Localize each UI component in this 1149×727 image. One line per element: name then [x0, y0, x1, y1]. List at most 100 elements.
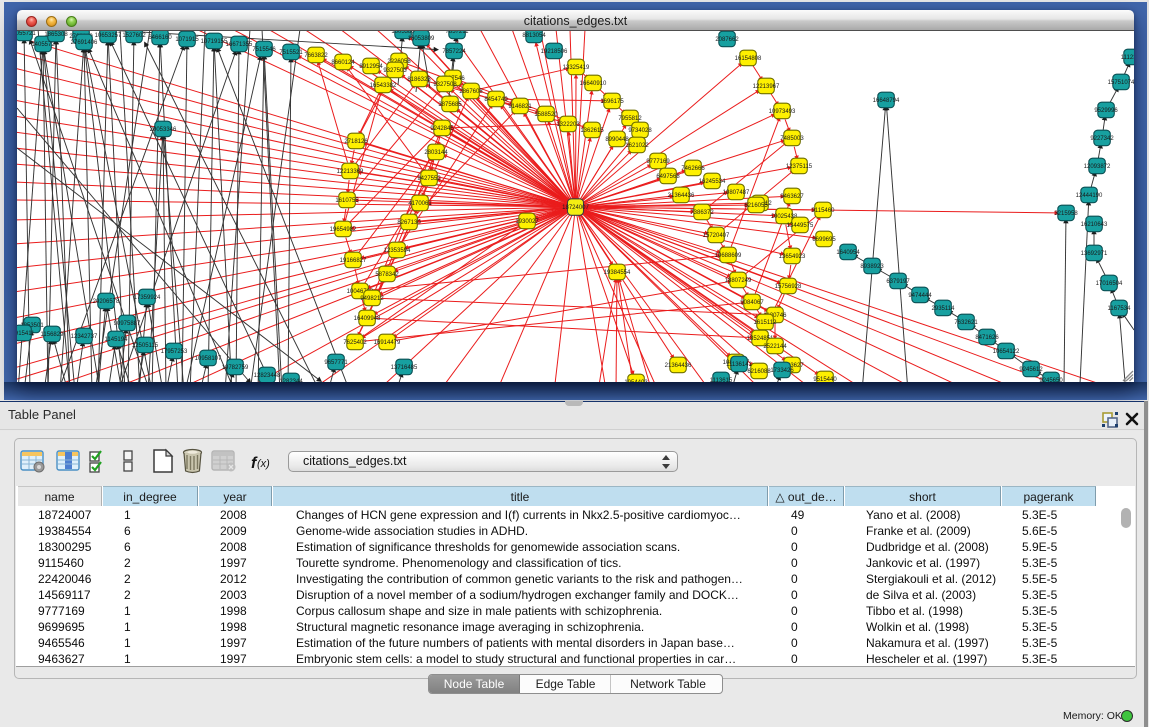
svg-text:9245650: 9245650 [1039, 378, 1063, 382]
svg-text:9115460: 9115460 [812, 208, 836, 214]
svg-text:4170061: 4170061 [408, 201, 432, 207]
svg-text:9734028: 9734028 [628, 128, 652, 134]
svg-text:8267130: 8267130 [397, 220, 421, 226]
svg-text:12213967: 12213967 [753, 84, 780, 90]
svg-text:13449575: 13449575 [787, 223, 814, 229]
svg-text:2867608: 2867608 [459, 89, 483, 95]
svg-text:9242845: 9242845 [430, 126, 454, 132]
svg-text:7857224: 7857224 [442, 49, 466, 55]
svg-text:9463627: 9463627 [780, 194, 804, 200]
svg-text:17359924: 17359924 [134, 295, 161, 301]
svg-text:20206578: 20206578 [93, 299, 120, 305]
svg-text:1282344: 1282344 [279, 379, 303, 382]
svg-text:12444190: 12444190 [1076, 193, 1103, 199]
svg-text:15720407: 15720407 [703, 233, 730, 239]
svg-text:10688609: 10688609 [715, 253, 742, 259]
svg-text:1615112: 1615112 [754, 320, 778, 326]
svg-text:8912954: 8912954 [359, 64, 383, 70]
svg-text:8938923: 8938923 [860, 264, 884, 270]
svg-text:2803144: 2803144 [424, 150, 448, 156]
svg-text:15756928: 15756928 [775, 284, 802, 290]
svg-text:2718126: 2718126 [344, 139, 368, 145]
svg-text:3215958: 3215958 [1054, 211, 1078, 217]
svg-text:7485003: 7485003 [780, 136, 804, 142]
svg-text:11136141: 11136141 [726, 362, 752, 368]
svg-text:9474444: 9474444 [908, 293, 932, 299]
svg-text:7515546: 7515546 [252, 47, 276, 53]
svg-text:8660124: 8660124 [331, 60, 355, 66]
svg-text:7625402: 7625402 [343, 340, 367, 346]
svg-text:5878342: 5878342 [375, 272, 399, 278]
svg-text:3875685: 3875685 [438, 102, 462, 108]
svg-text:19384554: 19384554 [604, 270, 631, 276]
svg-text:10807487: 10807487 [723, 190, 750, 196]
svg-text:7857211: 7857211 [446, 31, 470, 35]
svg-text:12823448: 12823448 [254, 373, 281, 379]
svg-text:16640910: 16640910 [580, 81, 607, 87]
svg-text:1930027: 1930027 [515, 219, 539, 225]
svg-text:20053346: 20053346 [150, 127, 177, 133]
svg-text:16053809: 16053809 [408, 36, 435, 42]
svg-text:1113615: 1113615 [710, 378, 733, 382]
svg-text:13654923: 13654923 [779, 254, 806, 260]
svg-text:10782759: 10782759 [222, 365, 249, 371]
svg-text:1405572: 1405572 [31, 42, 55, 48]
svg-text:16914479: 16914479 [374, 340, 401, 346]
svg-text:10719155: 10719155 [201, 39, 228, 45]
svg-text:1621022: 1621022 [625, 143, 649, 149]
svg-text:13325419: 13325419 [563, 65, 590, 71]
svg-text:16648794: 16648794 [873, 98, 900, 104]
svg-text:19218506: 19218506 [541, 49, 568, 55]
svg-text:1954403: 1954403 [624, 380, 648, 382]
svg-text:9529996: 9529996 [1094, 108, 1118, 114]
svg-text:16543382: 16543382 [370, 83, 397, 89]
svg-text:7632621: 7632621 [954, 320, 978, 326]
svg-text:10973493: 10973493 [769, 109, 796, 115]
svg-text:8471626: 8471626 [975, 335, 999, 341]
svg-text:1733426: 1733426 [770, 368, 794, 374]
svg-text:10654122: 10654122 [993, 349, 1020, 355]
svg-text:1362615: 1362615 [580, 128, 604, 134]
svg-text:12505115: 12505115 [132, 343, 159, 349]
svg-text:9699695: 9699695 [812, 237, 836, 243]
svg-text:1865308: 1865308 [44, 32, 68, 38]
svg-text:1167534: 1167534 [1108, 306, 1132, 312]
svg-text:1640954: 1640954 [836, 250, 860, 256]
svg-text:13716485: 13716485 [391, 365, 418, 371]
svg-text:1112304: 1112304 [1121, 55, 1134, 61]
svg-text:7386372: 7386372 [690, 210, 714, 216]
svg-text:90975887: 90975887 [114, 321, 141, 327]
svg-text:9498212: 9498212 [360, 296, 384, 302]
svg-text:13692971: 13692971 [1081, 251, 1108, 257]
svg-text:2087662: 2087662 [715, 37, 739, 43]
svg-text:16154808: 16154808 [735, 56, 762, 62]
svg-text:6216088: 6216088 [747, 369, 771, 375]
svg-text:1322203: 1322203 [556, 122, 580, 128]
svg-text:10653257: 10653257 [95, 33, 122, 39]
svg-text:19166827: 19166827 [340, 258, 367, 264]
svg-text:9227342: 9227342 [1090, 136, 1114, 142]
svg-text:1156829: 1156829 [41, 332, 65, 338]
svg-text:7663822: 7663822 [304, 53, 328, 59]
svg-text:7515521: 7515521 [279, 50, 303, 56]
svg-text:21364436: 21364436 [665, 363, 692, 369]
svg-text:1527602: 1527602 [122, 33, 146, 39]
svg-text:8454749: 8454749 [484, 97, 508, 103]
svg-text:15751074: 15751074 [1108, 80, 1134, 86]
svg-text:16671355: 16671355 [226, 42, 253, 48]
svg-text:18724007: 18724007 [562, 205, 589, 211]
svg-text:1605380: 1605380 [391, 31, 415, 35]
svg-text:9657771: 9657771 [324, 360, 348, 366]
svg-text:12213369: 12213369 [337, 169, 364, 175]
svg-text:1145194: 1145194 [105, 337, 129, 343]
svg-text:12342737: 12342737 [71, 334, 98, 340]
svg-text:9777169: 9777169 [646, 159, 670, 165]
svg-text:9146821: 9146821 [508, 104, 532, 110]
svg-text:10958107: 10958107 [195, 356, 222, 362]
svg-text:3915411: 3915411 [17, 331, 35, 337]
svg-text:9515440: 9515440 [813, 377, 837, 382]
svg-text:12375115: 12375115 [786, 164, 813, 170]
svg-text:18807249: 18807249 [725, 278, 752, 284]
svg-text:8186323: 8186323 [407, 77, 431, 83]
svg-text:19654982: 19654982 [330, 227, 357, 233]
